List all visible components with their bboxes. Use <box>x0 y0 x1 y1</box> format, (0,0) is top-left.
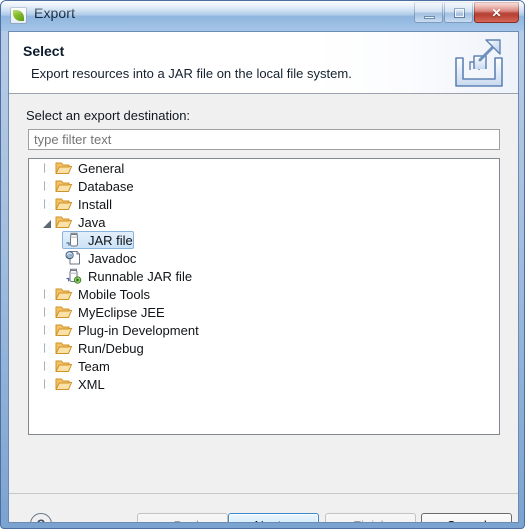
expand-arrow-right-icon[interactable] <box>41 159 55 177</box>
expand-arrow-right-icon[interactable] <box>41 375 55 393</box>
wizard-header: Select Export resources into a JAR file … <box>9 32 518 94</box>
tree-item-label: XML <box>78 376 105 392</box>
expand-arrow-right-icon[interactable] <box>41 177 55 195</box>
folder-icon <box>55 178 73 194</box>
tree-item-label: Java <box>78 214 106 230</box>
filter-input[interactable] <box>28 129 500 150</box>
tree-item-label: Javadoc <box>88 250 137 266</box>
tree-item-jar-file[interactable]: JAR file <box>29 231 499 249</box>
tree-item-database[interactable]: Database <box>29 177 499 195</box>
next-button[interactable]: Next > <box>228 513 319 522</box>
tree-item-runnable-jar-file[interactable]: Runnable JAR file <box>29 267 499 285</box>
folder-icon <box>55 340 73 356</box>
minimize-icon <box>424 16 435 19</box>
tree-item-team[interactable]: Team <box>29 357 499 375</box>
folder-icon <box>55 358 73 374</box>
folder-icon <box>55 322 73 338</box>
tree-item-java[interactable]: Java <box>29 213 499 231</box>
folder-icon <box>55 376 73 392</box>
tree-item-label: JAR file <box>88 232 133 248</box>
tree-item-label: MyEclipse JEE <box>78 304 165 320</box>
expand-arrow-right-icon[interactable] <box>41 285 55 303</box>
export-tray-arrow-icon <box>450 36 508 90</box>
tree-item-label: Plug-in Development <box>78 322 199 338</box>
tree-item-label: Install <box>78 196 112 212</box>
back-button[interactable]: < Back <box>137 513 228 522</box>
runnable-jar-icon <box>65 268 83 284</box>
svg-text:@: @ <box>67 253 72 259</box>
expand-arrow-right-icon[interactable] <box>41 303 55 321</box>
jar-file-icon <box>65 232 83 248</box>
tree-item-label: Mobile Tools <box>78 286 151 302</box>
wizard-body: Select an export destination: General Dat… <box>9 95 518 493</box>
export-dialog-window: Export ✕ Select Export resources into a … <box>0 0 525 529</box>
minimize-button[interactable] <box>414 2 443 23</box>
page-title: Select <box>23 43 65 59</box>
tree-item-plug-in-development[interactable]: Plug-in Development <box>29 321 499 339</box>
tree-item-label: Database <box>78 178 134 194</box>
expand-arrow-down-icon[interactable] <box>41 213 55 231</box>
expand-arrow-right-icon[interactable] <box>41 357 55 375</box>
expand-arrow-right-icon[interactable] <box>41 321 55 339</box>
tree-item-label: Run/Debug <box>78 340 144 356</box>
close-icon: ✕ <box>491 5 502 20</box>
tree-item-myeclipse-jee[interactable]: MyEclipse JEE <box>29 303 499 321</box>
dialog-client-area: Select Export resources into a JAR file … <box>8 31 519 523</box>
finish-button[interactable]: Finish <box>325 513 416 522</box>
folder-icon <box>55 196 73 212</box>
page-description: Export resources into a JAR file on the … <box>31 66 352 81</box>
tree-item-label: Runnable JAR file <box>88 268 193 284</box>
maximize-button[interactable] <box>444 2 473 23</box>
tree-item-javadoc[interactable]: @ Javadoc <box>29 249 499 267</box>
export-destination-tree[interactable]: General Database Install Java JAR file @ Javad… <box>28 158 500 435</box>
close-button[interactable]: ✕ <box>474 2 519 23</box>
folder-icon <box>55 214 73 230</box>
javadoc-icon: @ <box>65 250 83 266</box>
tree-item-install[interactable]: Install <box>29 195 499 213</box>
tree-item-run-debug[interactable]: Run/Debug <box>29 339 499 357</box>
tree-item-general[interactable]: General <box>29 159 499 177</box>
maximize-icon <box>454 8 465 18</box>
tree-item-mobile-tools[interactable]: Mobile Tools <box>29 285 499 303</box>
folder-icon <box>55 160 73 176</box>
title-bar[interactable]: Export ✕ <box>1 1 524 31</box>
window-title: Export <box>34 5 76 21</box>
expand-arrow-right-icon[interactable] <box>41 339 55 357</box>
folder-icon <box>55 304 73 320</box>
tree-item-label: General <box>78 160 125 176</box>
tree-item-label: Team <box>78 358 110 374</box>
destination-label: Select an export destination: <box>26 108 191 123</box>
expand-arrow-right-icon[interactable] <box>41 195 55 213</box>
folder-icon <box>55 286 73 302</box>
cancel-button[interactable]: Cancel <box>421 513 512 522</box>
myeclipse-leaf-icon <box>10 7 27 24</box>
tree-item-xml[interactable]: XML <box>29 375 499 393</box>
